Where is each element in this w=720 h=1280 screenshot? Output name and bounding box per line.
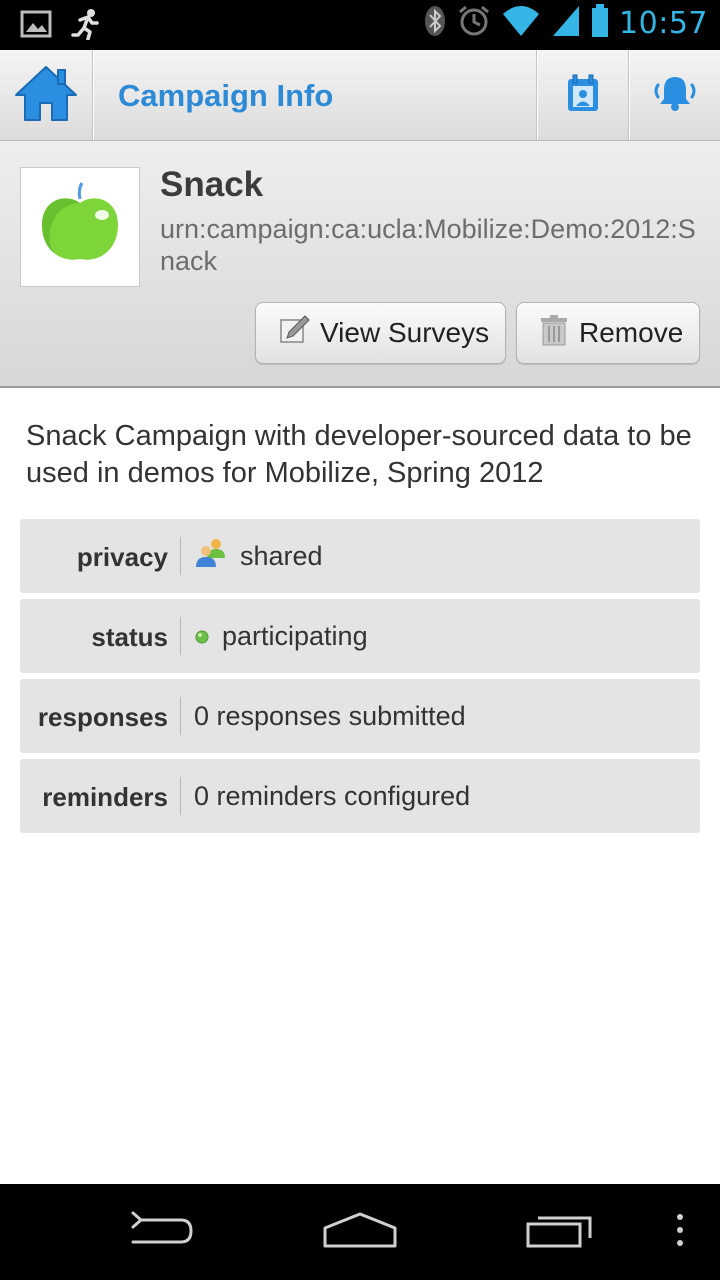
apple-icon — [32, 177, 128, 277]
status-dot-icon — [194, 621, 210, 652]
back-icon — [125, 1210, 195, 1254]
status-value-text: participating — [222, 620, 368, 651]
privacy-value: shared — [194, 519, 323, 593]
row-divider — [180, 617, 181, 655]
back-button[interactable] — [110, 1184, 210, 1280]
signal-icon — [551, 4, 581, 42]
reminders-button[interactable] — [628, 50, 720, 140]
view-surveys-label: View Surveys — [320, 317, 490, 348]
row-divider — [180, 697, 181, 735]
pencil-icon — [278, 314, 310, 353]
campaign-logo — [20, 167, 140, 287]
privacy-row: privacy shared — [20, 519, 700, 593]
status-value: participating — [194, 599, 368, 673]
row-divider — [180, 777, 181, 815]
overflow-menu-icon — [675, 1213, 685, 1251]
home-outline-icon — [322, 1210, 398, 1254]
campaign-description: Snack Campaign with developer-sourced da… — [26, 420, 692, 489]
home-nav-button[interactable] — [310, 1184, 410, 1280]
campaign-header: Snack urn:campaign:ca:ucla:Mobilize:Demo… — [0, 141, 720, 388]
running-icon — [70, 8, 102, 44]
privacy-label: privacy — [76, 542, 168, 572]
reminders-value: 0 reminders configured — [194, 780, 471, 811]
responses-row: responses 0 responses submitted — [20, 679, 700, 753]
privacy-value-text: shared — [240, 540, 323, 571]
status-label: status — [91, 622, 168, 652]
recent-apps-button[interactable] — [510, 1184, 610, 1280]
status-bar: 10:57 — [0, 0, 720, 50]
picture-icon — [20, 9, 52, 43]
reminders-row: reminders 0 reminders configured — [20, 759, 700, 833]
calendar-contact-icon — [565, 73, 601, 117]
battery-icon — [591, 4, 609, 42]
wifi-icon — [501, 4, 541, 42]
responses-value: 0 responses submitted — [194, 700, 466, 731]
trash-icon — [539, 314, 569, 353]
bluetooth-icon — [423, 4, 447, 42]
overflow-menu-button[interactable] — [660, 1184, 700, 1280]
alarm-icon — [457, 4, 491, 42]
campaign-urn: urn:campaign:ca:ucla:Mobilize:Demo:2012:… — [160, 214, 696, 276]
navigation-bar — [0, 1184, 720, 1280]
status-row: status participating — [20, 599, 700, 673]
campaign-name: Snack — [160, 165, 264, 204]
bell-icon — [651, 73, 699, 117]
view-surveys-button[interactable]: View Surveys — [255, 302, 506, 364]
users-icon — [194, 536, 228, 577]
calendar-button[interactable] — [536, 50, 628, 140]
remove-button[interactable]: Remove — [516, 302, 700, 364]
reminders-label: reminders — [42, 782, 168, 812]
row-divider — [180, 537, 181, 575]
responses-label: responses — [37, 702, 168, 732]
home-icon — [14, 64, 78, 126]
remove-label: Remove — [579, 317, 684, 348]
home-button[interactable] — [0, 50, 93, 140]
page-title: Campaign Info — [118, 78, 334, 113]
clock-time: 10:57 — [619, 5, 708, 41]
recent-apps-icon — [524, 1210, 596, 1254]
action-bar: Campaign Info — [0, 50, 720, 141]
